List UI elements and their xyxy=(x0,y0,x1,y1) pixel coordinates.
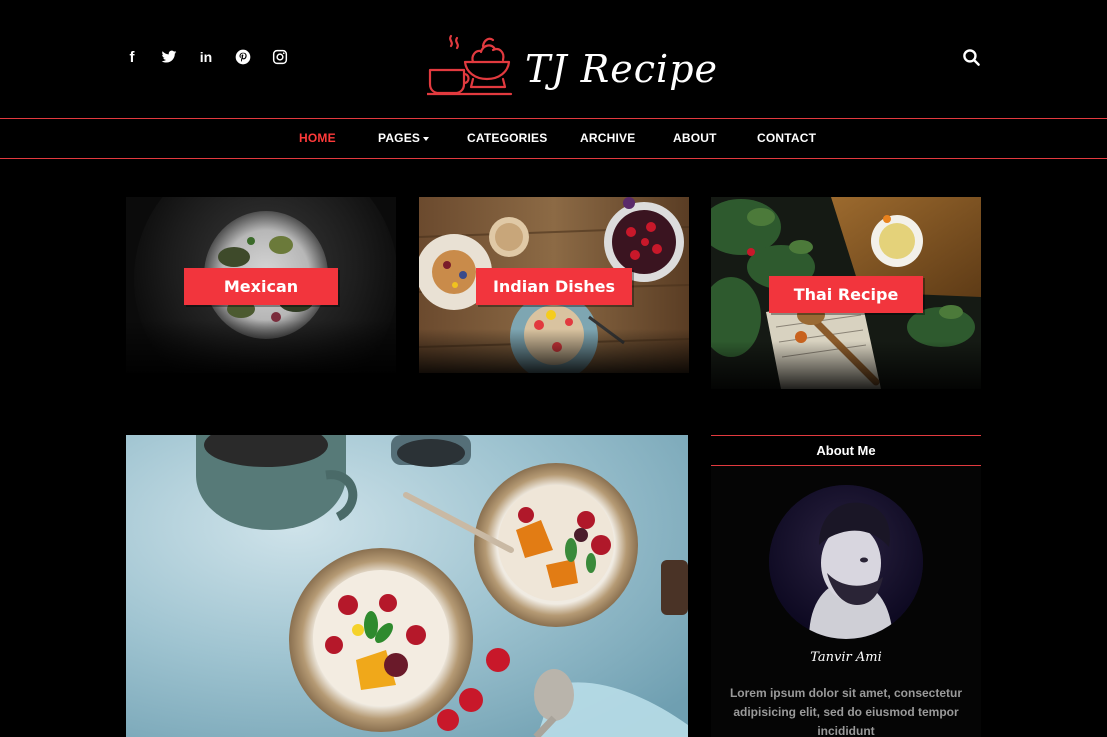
site-logo[interactable]: TJ Recipe xyxy=(425,32,719,101)
social-links: f in xyxy=(123,48,289,66)
facebook-icon[interactable]: f xyxy=(123,48,141,66)
linkedin-icon[interactable]: in xyxy=(197,48,215,66)
nav-pages[interactable]: PAGES xyxy=(378,131,430,145)
pinterest-icon[interactable] xyxy=(234,48,252,66)
nav-pages-label: PAGES xyxy=(378,131,421,145)
category-card-indian-dishes[interactable]: Indian Dishes xyxy=(419,197,689,373)
category-label[interactable]: Indian Dishes xyxy=(476,268,632,305)
featured-photo xyxy=(126,435,688,737)
about-me-text: Lorem ipsum dolor sit amet, consectetur … xyxy=(729,686,963,737)
nav-archive[interactable]: ARCHIVE xyxy=(580,131,635,145)
category-card-thai-recipe[interactable]: Thai Recipe xyxy=(711,197,981,389)
nav-contact[interactable]: CONTACT xyxy=(757,131,816,145)
category-card-mexican[interactable]: Mexican xyxy=(126,197,396,373)
author-avatar xyxy=(769,485,923,639)
nav-categories[interactable]: CATEGORIES xyxy=(467,131,547,145)
cooking-pot-icon xyxy=(425,32,515,101)
category-label[interactable]: Mexican xyxy=(184,268,338,305)
caret-down-icon xyxy=(423,136,430,141)
about-me-title: About Me xyxy=(711,435,981,466)
category-label[interactable]: Thai Recipe xyxy=(769,276,923,313)
nav-home[interactable]: HOME xyxy=(299,131,336,145)
nav-about[interactable]: ABOUT xyxy=(673,131,717,145)
site-title: TJ Recipe xyxy=(525,46,719,91)
author-name: Tanvir Ami xyxy=(810,650,882,665)
main-nav: HOME PAGES CATEGORIES ARCHIVE ABOUT CONT… xyxy=(0,118,1107,159)
site-header: f in TJ Recipe xyxy=(0,0,1107,118)
featured-post-image[interactable] xyxy=(126,435,688,737)
instagram-icon[interactable] xyxy=(271,48,289,66)
twitter-icon[interactable] xyxy=(160,48,178,66)
search-icon[interactable] xyxy=(962,48,982,68)
